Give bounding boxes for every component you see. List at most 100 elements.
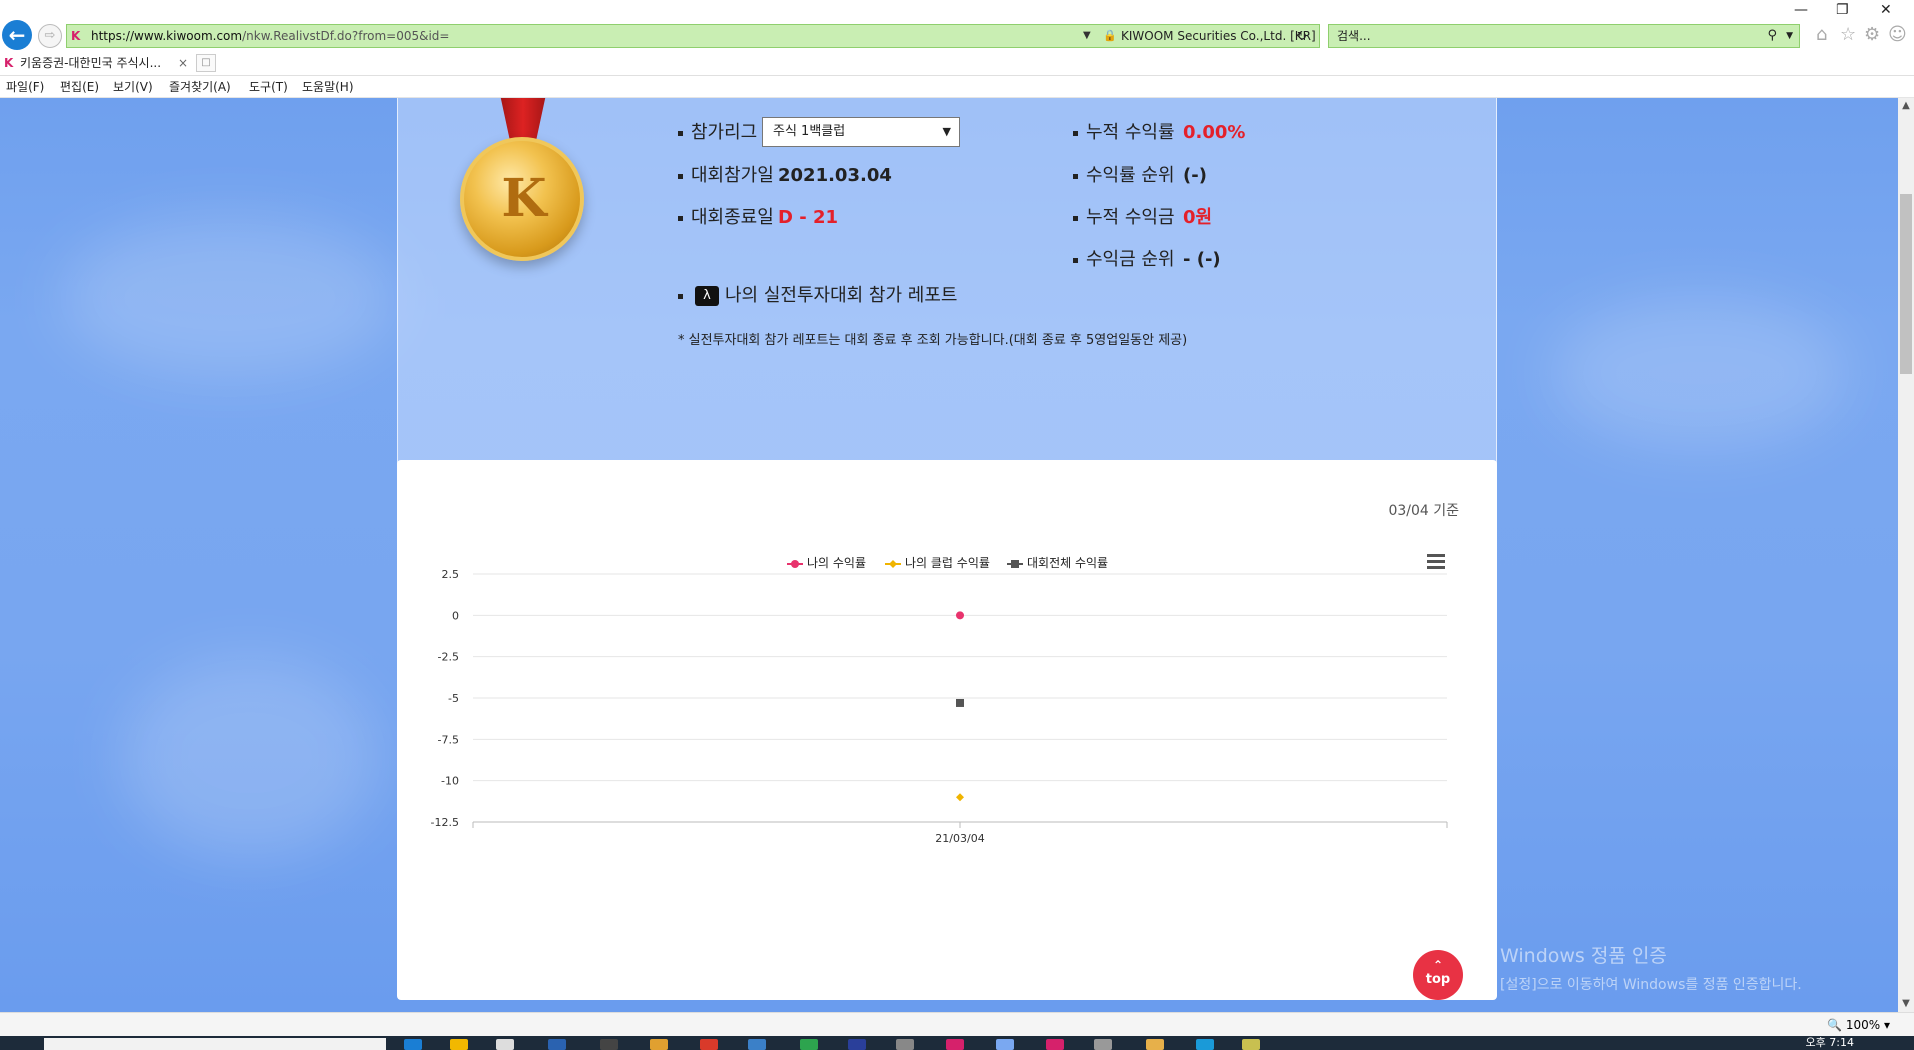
browser-toolbar: ← ⇨ K https://www.kiwoom.com/nkw.Realivs… [0,0,1914,50]
profit-rank-value: - (-) [1183,249,1221,270]
refresh-icon[interactable]: ↻ [1297,25,1307,47]
menu-edit[interactable]: 편집(E) [60,76,99,98]
summary-panel: K 참가리그 주식 1백클럽 ▼ 대회참가일 2021.03.04 대회종료일 … [397,98,1497,498]
taskbar-app-icon[interactable] [600,1039,618,1050]
end-date-row: 대회종료일 D - 21 [678,204,938,232]
menu-favorites[interactable]: 즐겨찾기(A) [169,76,231,98]
end-date-label: 대회종료일 [691,207,774,228]
taskbar-app-icon[interactable] [404,1039,422,1050]
taskbar-app-icon[interactable] [1046,1039,1064,1050]
scroll-top-button[interactable]: ⌃ top [1413,950,1463,1000]
end-date-value: D - 21 [778,207,838,228]
league-select[interactable]: 주식 1백클럽 ▼ [762,117,960,147]
taskbar-app-icon[interactable] [1196,1039,1214,1050]
scroll-up-icon[interactable]: ▲ [1898,98,1914,114]
y-tick-label: -10 [441,775,459,788]
taskbar-app-icon[interactable] [700,1039,718,1050]
menu-view[interactable]: 보기(V) [113,76,153,98]
taskbar-app-icon[interactable] [650,1039,668,1050]
y-tick-label: -12.5 [431,816,459,829]
cum-profit-label: 누적 수익금 [1086,207,1175,228]
gold-medal-icon: K [460,137,584,261]
back-button[interactable]: ← [2,20,32,50]
cum-return-value: 0.00% [1183,122,1246,143]
page-content: K 참가리그 주식 1백클럽 ▼ 대회참가일 2021.03.04 대회종료일 … [0,98,1898,1012]
as-of-date: 03/04 기준 [1388,503,1459,519]
report-note: * 실전투자대회 참가 레포트는 대회 종료 후 조회 가능합니다.(대회 종료… [678,333,1188,348]
data-point-club-return [956,793,964,802]
chart-card: 03/04 기준 나의 수익률 나의 클럽 수익률 대회전체 수익률 2.5 0-… [397,460,1497,1000]
y-tick-label: 0 [452,609,459,622]
data-point-total-return [956,698,964,707]
search-dropdown-icon[interactable]: ▼ [1786,25,1793,47]
home-icon[interactable]: ⌂ [1816,24,1827,45]
browser-tab[interactable]: K 키움증권-대한민국 주식시... × [2,52,192,74]
settings-gear-icon[interactable]: ⚙ [1864,24,1880,45]
tab-bar: K 키움증권-대한민국 주식시... × □ [0,50,1914,76]
lock-icon[interactable]: 🔒 [1103,25,1117,47]
taskbar-app-icon[interactable] [1146,1039,1164,1050]
new-tab-button[interactable]: □ [196,54,216,72]
zoom-level[interactable]: 🔍 100% ▾ [1827,1013,1890,1037]
menu-tools[interactable]: 도구(T) [249,76,288,98]
taskbar-app-icon[interactable] [946,1039,964,1050]
league-selected-value: 주식 1백클럽 [773,124,846,139]
taskbar-app-icon[interactable] [748,1039,766,1050]
return-rank-value: (-) [1183,165,1207,186]
tab-favicon-icon: K [4,56,14,70]
scroll-thumb[interactable] [1900,194,1912,374]
scroll-down-icon[interactable]: ▼ [1898,996,1914,1012]
report-link-label: 나의 실전투자대회 참가 레포트 [725,285,958,306]
menu-file[interactable]: 파일(F) [6,76,44,98]
background-cloud [60,218,400,378]
y-tick-label: -7.5 [438,733,459,746]
vertical-scrollbar[interactable]: ▲ ▼ [1898,98,1914,1012]
taskbar-clock: 오후 7:14 [1805,1036,1854,1049]
taskbar-app-icon[interactable] [1242,1039,1260,1050]
background-cloud [1550,298,1850,448]
address-bar[interactable]: K https://www.kiwoom.com/nkw.RealivstDf.… [66,24,1320,48]
pdf-icon: λ [695,286,719,306]
return-rank-row: 수익률 순위 (-) [1073,162,1273,190]
taskbar-app-icon[interactable] [1094,1039,1112,1050]
screen: ← ⇨ K https://www.kiwoom.com/nkw.Realivs… [0,0,1914,1050]
return-rank-label: 수익률 순위 [1086,165,1175,186]
data-point-my-return [956,611,964,620]
favorites-star-icon[interactable]: ☆ [1840,24,1856,45]
status-bar: 🔍 100% ▾ [0,1012,1914,1036]
cum-return-label: 누적 수익률 [1086,122,1175,143]
join-date-label: 대회참가일 [691,165,774,186]
cum-profit-value: 0원 [1183,207,1213,228]
restore-icon[interactable]: ❐ [1836,2,1849,18]
menu-help[interactable]: 도움말(H) [302,76,354,98]
search-icon[interactable]: ⚲ [1767,25,1777,47]
taskbar-app-icon[interactable] [848,1039,866,1050]
report-link[interactable]: λ 나의 실전투자대회 참가 레포트 [678,282,957,310]
taskbar-app-icon[interactable] [450,1039,468,1050]
tab-close-icon[interactable]: × [178,52,188,74]
y-tick-label: -2.5 [438,651,459,664]
taskbar-app-icon[interactable] [896,1039,914,1050]
chart-plot: 2.5 0 -2.5 -5 -7.5 -10 -12.5 21/03/04 [431,568,1448,845]
feedback-smiley-icon[interactable]: ☺ [1888,24,1907,45]
profit-rank-row: 수익금 순위 - (-) [1073,246,1273,274]
x-tick-label: 21/03/04 [935,832,984,845]
taskbar-search[interactable] [44,1038,386,1050]
taskbar-app-icon[interactable] [496,1039,514,1050]
minimize-icon[interactable]: — [1794,2,1808,18]
taskbar-app-icon[interactable] [800,1039,818,1050]
chevron-down-icon: ▼ [942,125,951,138]
windows-taskbar: 오후 7:14 [0,1036,1914,1050]
close-icon[interactable]: ✕ [1880,2,1892,18]
chevron-up-icon: ⌃ [1432,958,1444,972]
search-input[interactable]: 검색... ⚲ ▼ [1328,24,1800,48]
forward-button[interactable]: ⇨ [38,24,62,48]
address-dropdown-icon[interactable]: ▼ [1083,25,1091,47]
taskbar-app-icon[interactable] [996,1039,1014,1050]
url-text: https://www.kiwoom.com/nkw.RealivstDf.do… [91,29,450,43]
join-date-value: 2021.03.04 [778,165,892,186]
certificate-label[interactable]: KIWOOM Securities Co.,Ltd. [KR] [1121,25,1316,47]
taskbar-app-icon[interactable] [548,1039,566,1050]
profit-rank-label: 수익금 순위 [1086,249,1175,270]
league-label: 참가리그 [691,122,758,143]
